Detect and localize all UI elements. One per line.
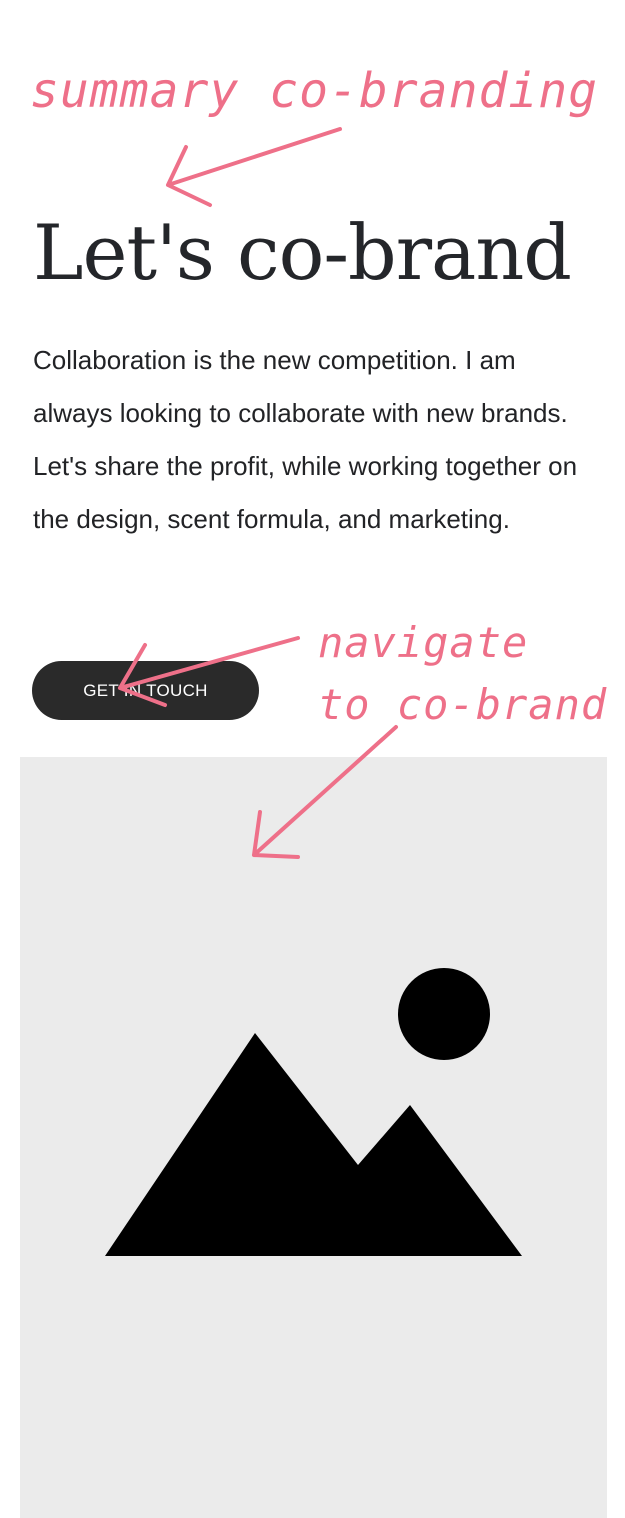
annotation-navigate-line-1: navigate — [318, 618, 529, 667]
annotation-navigate-line-2: to co-brand — [318, 680, 608, 729]
image-placeholder-icon — [105, 968, 522, 1256]
intro-paragraph: Collaboration is the new competition. I … — [33, 345, 578, 534]
arrow-to-title — [166, 127, 342, 207]
mountain-shape — [105, 1033, 522, 1256]
sun-shape — [398, 968, 490, 1060]
get-in-touch-button[interactable]: GET IN TOUCH — [32, 661, 259, 720]
annotation-navigate-to-co-brand: navigate to co-brand — [318, 612, 607, 736]
page-title: Let's co-brand — [33, 208, 572, 297]
annotation-summary-co-branding: summary co-branding — [30, 63, 599, 119]
image-placeholder — [20, 757, 607, 1518]
